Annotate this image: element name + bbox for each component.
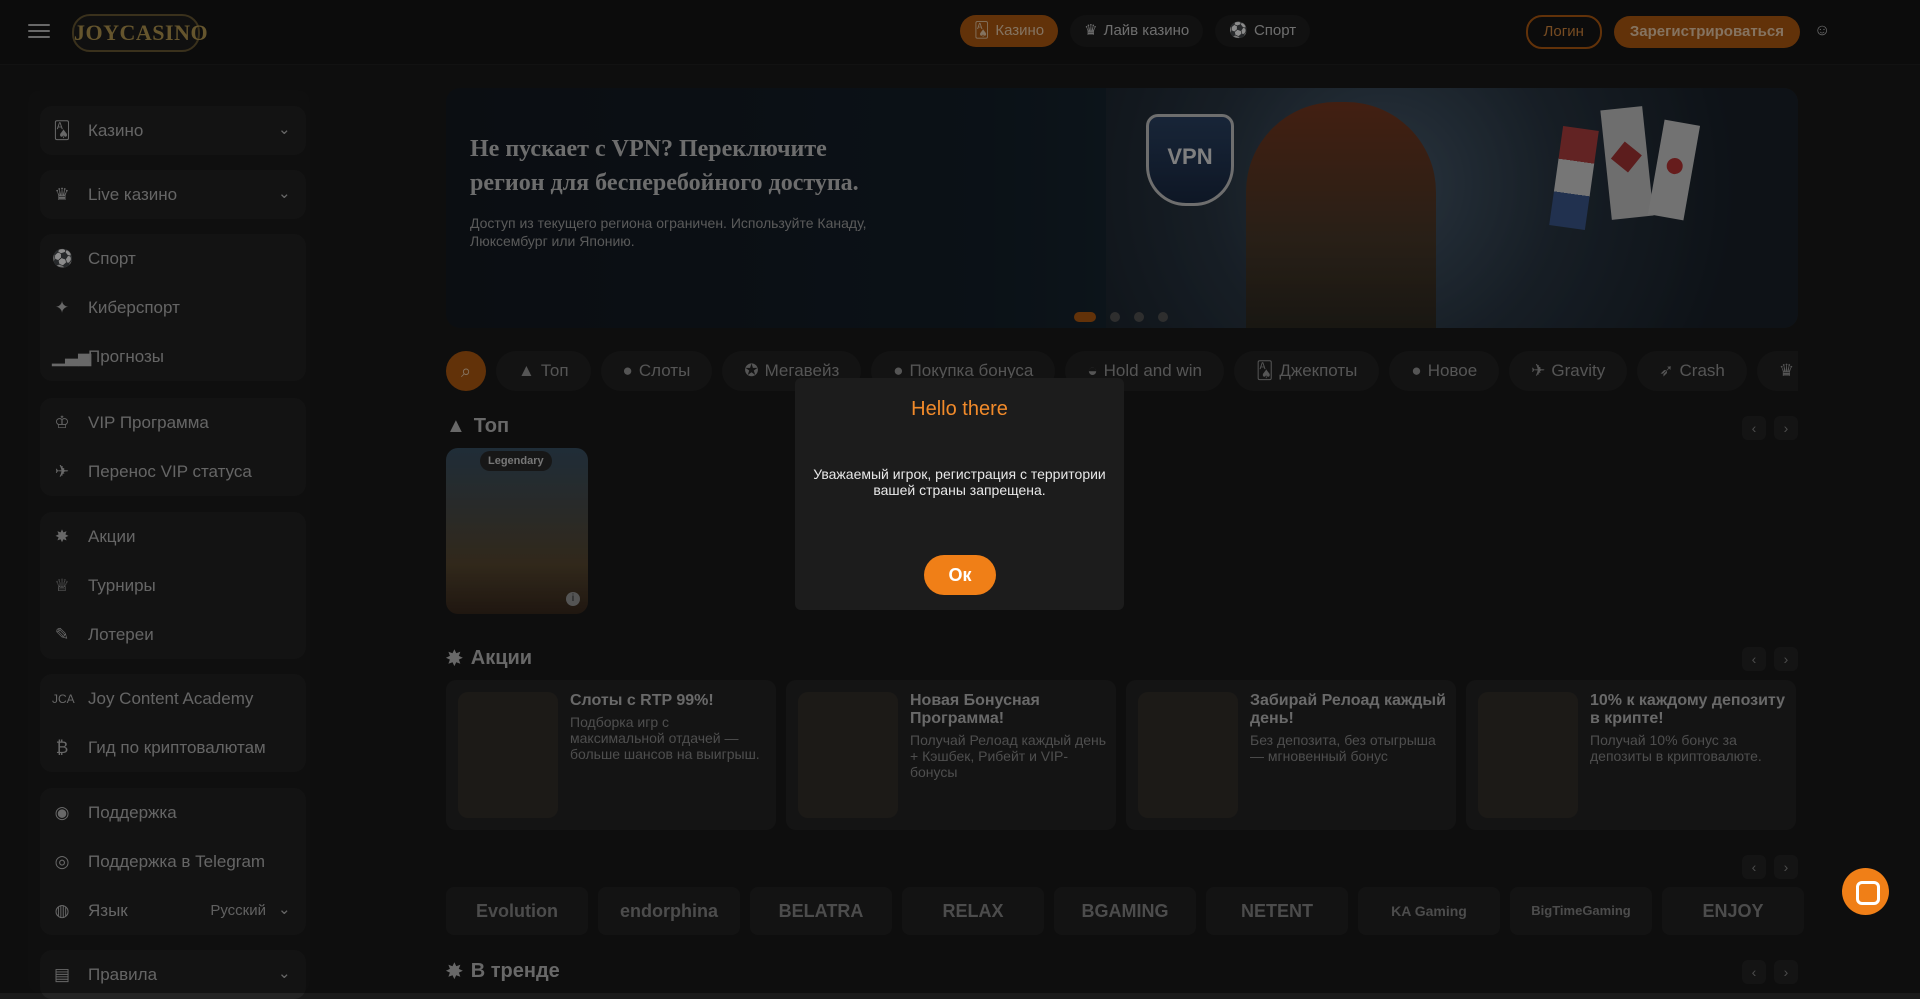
chat-button[interactable] [1842,868,1889,915]
ok-button[interactable]: Ок [924,555,996,595]
region-block-modal: Hello there Уважаемый игрок, регистрация… [795,378,1124,610]
modal-text: Уважаемый игрок, регистрация с территори… [813,466,1106,498]
modal-title: Hello there [911,398,1008,420]
